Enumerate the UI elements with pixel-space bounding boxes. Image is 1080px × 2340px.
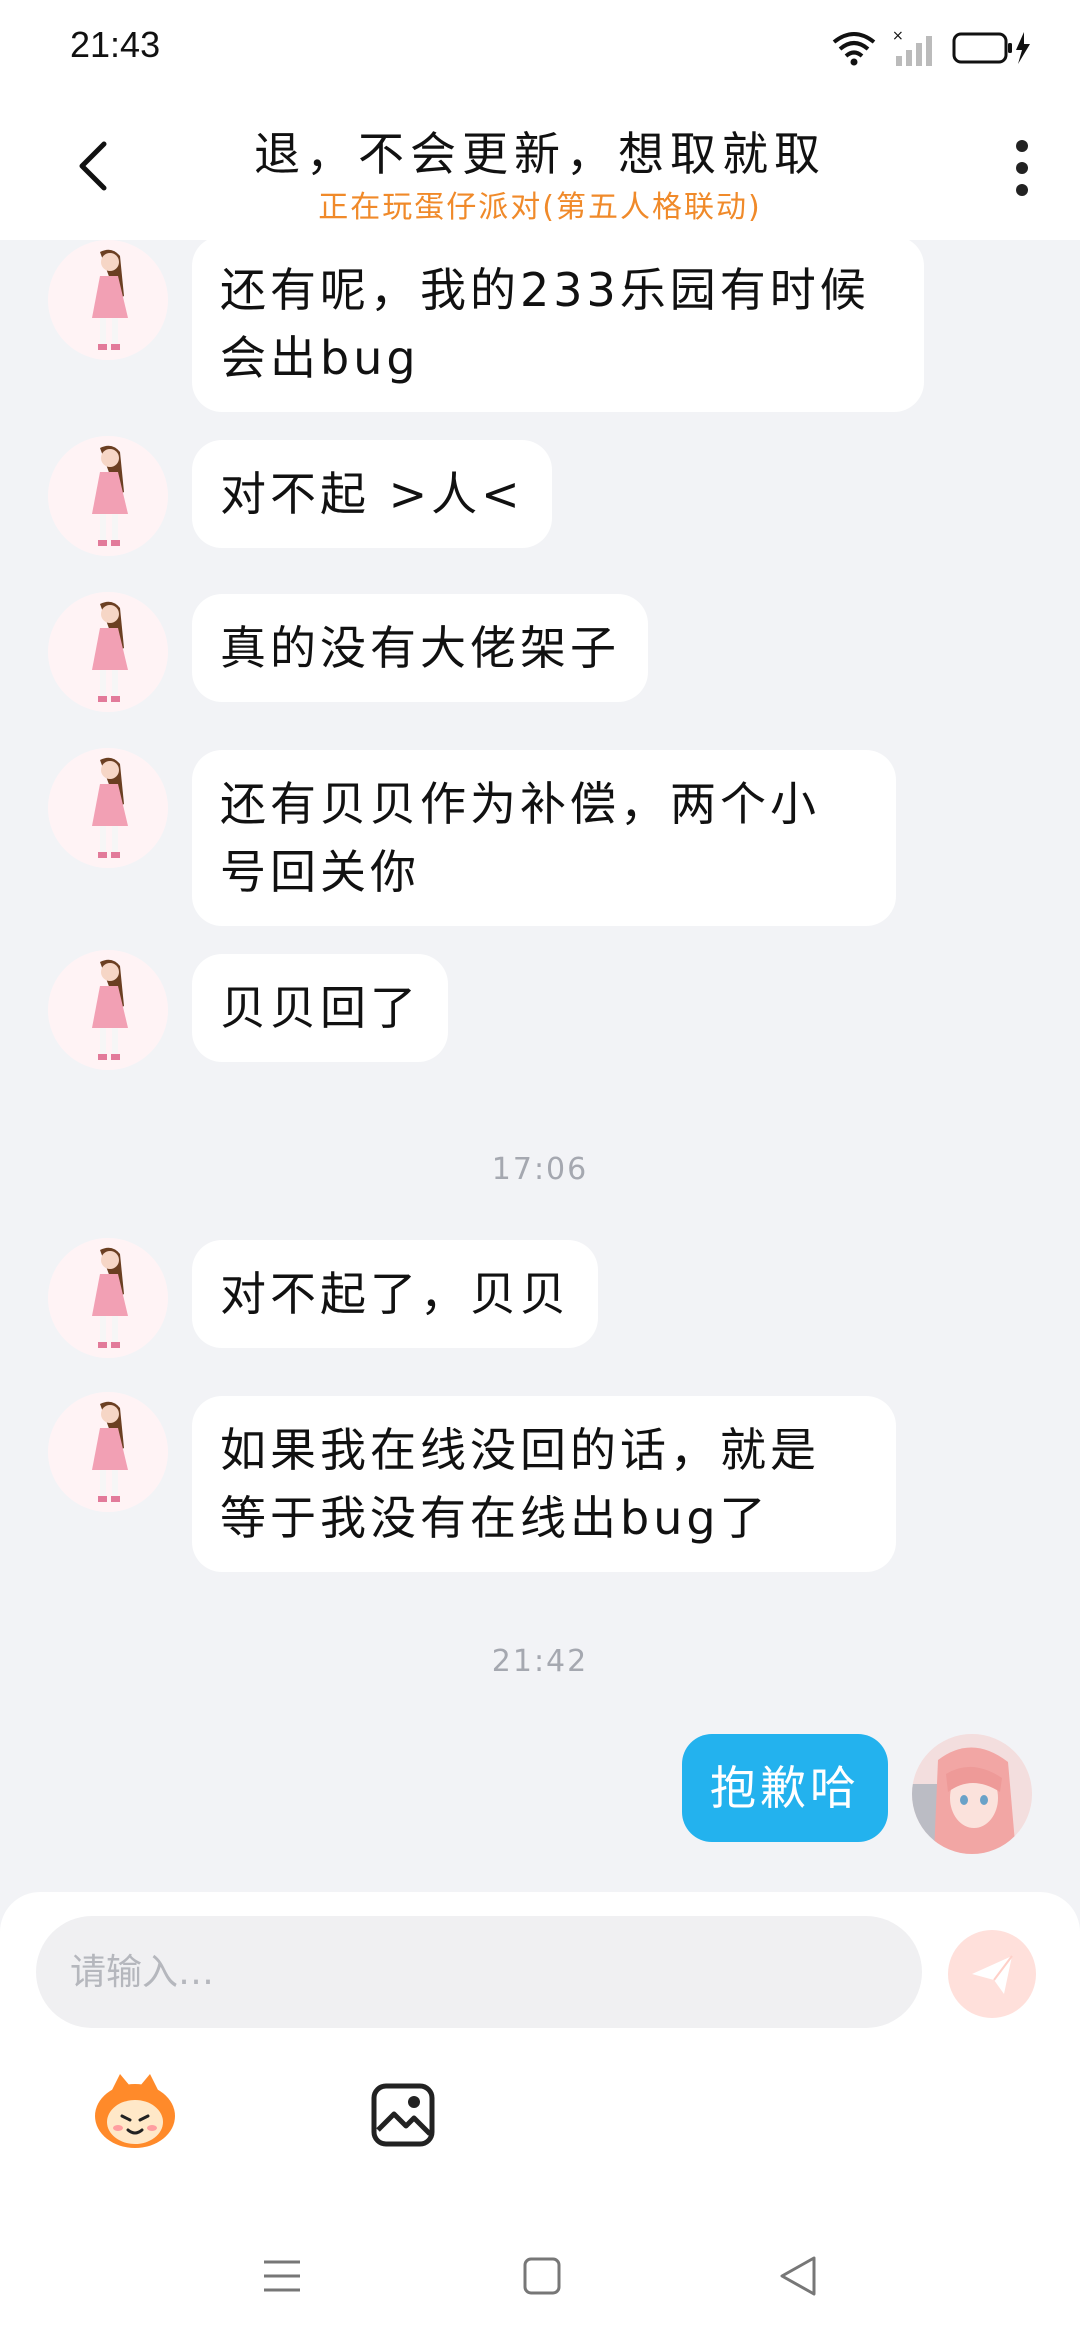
menu-icon[interactable]: [262, 2256, 302, 2296]
contact-avatar[interactable]: [48, 1238, 168, 1358]
back-triangle-icon[interactable]: [778, 2254, 818, 2298]
message-list[interactable]: 还有呢，我的233乐园有时候会出bug 对不起 >人< 真的没有大佬架子 还有贝…: [0, 240, 1080, 1890]
incoming-message[interactable]: 贝贝回了: [192, 954, 448, 1062]
outgoing-message[interactable]: 抱歉哈: [682, 1734, 888, 1842]
anime-girl-avatar-icon: [48, 240, 168, 360]
anime-girl-avatar-icon: [48, 748, 168, 868]
timestamp-separator: 17:06: [491, 1152, 589, 1187]
contact-avatar[interactable]: [48, 748, 168, 868]
status-time: 21:43: [70, 24, 161, 65]
incoming-message[interactable]: 还有呢，我的233乐园有时候会出bug: [192, 240, 924, 412]
incoming-message[interactable]: 对不起了，贝贝: [192, 1240, 598, 1348]
paper-plane-icon: [972, 1955, 1013, 1994]
system-nav-bar: [0, 2220, 1080, 2340]
pink-hair-girl-avatar-icon: [912, 1734, 1032, 1854]
contact-avatar[interactable]: [48, 950, 168, 1070]
send-button[interactable]: [948, 1930, 1036, 2018]
contact-avatar[interactable]: [48, 1392, 168, 1512]
contact-avatar[interactable]: [48, 592, 168, 712]
incoming-message[interactable]: 还有贝贝作为补偿，两个小号回关你: [192, 750, 896, 926]
wifi-icon: [832, 32, 876, 66]
mascot-emoji-icon[interactable]: [90, 2072, 180, 2152]
anime-girl-avatar-icon: [48, 436, 168, 556]
timestamp-separator: 21:42: [491, 1644, 589, 1679]
status-bar: 21:43 ×: [0, 0, 1080, 96]
cellular-signal-icon: ×: [892, 28, 932, 66]
battery-charging-icon: [952, 32, 1030, 64]
status-icons: ×: [832, 26, 1032, 70]
presence-status: 正在玩蛋仔派对(第五人格联动): [318, 190, 762, 225]
anime-girl-avatar-icon: [48, 1238, 168, 1358]
incoming-message[interactable]: 对不起 >人<: [192, 440, 552, 548]
anime-girl-avatar-icon: [48, 950, 168, 1070]
image-icon[interactable]: [370, 2082, 436, 2148]
message-input[interactable]: [36, 1916, 922, 2028]
more-vertical-icon[interactable]: [1004, 136, 1040, 200]
svg-text:×: ×: [892, 28, 904, 44]
conversation-title: 退，不会更新，想取就取: [254, 127, 826, 181]
user-avatar[interactable]: [912, 1734, 1032, 1854]
chevron-left-icon[interactable]: [66, 136, 126, 196]
anime-girl-avatar-icon: [48, 1392, 168, 1512]
incoming-message[interactable]: 如果我在线没回的话，就是等于我没有在线出bug了: [192, 1396, 896, 1572]
home-icon[interactable]: [522, 2256, 562, 2296]
contact-avatar[interactable]: [48, 240, 168, 360]
chat-header: 退，不会更新，想取就取 正在玩蛋仔派对(第五人格联动): [0, 96, 1080, 240]
contact-avatar[interactable]: [48, 436, 168, 556]
incoming-message[interactable]: 真的没有大佬架子: [192, 594, 648, 702]
anime-girl-avatar-icon: [48, 592, 168, 712]
